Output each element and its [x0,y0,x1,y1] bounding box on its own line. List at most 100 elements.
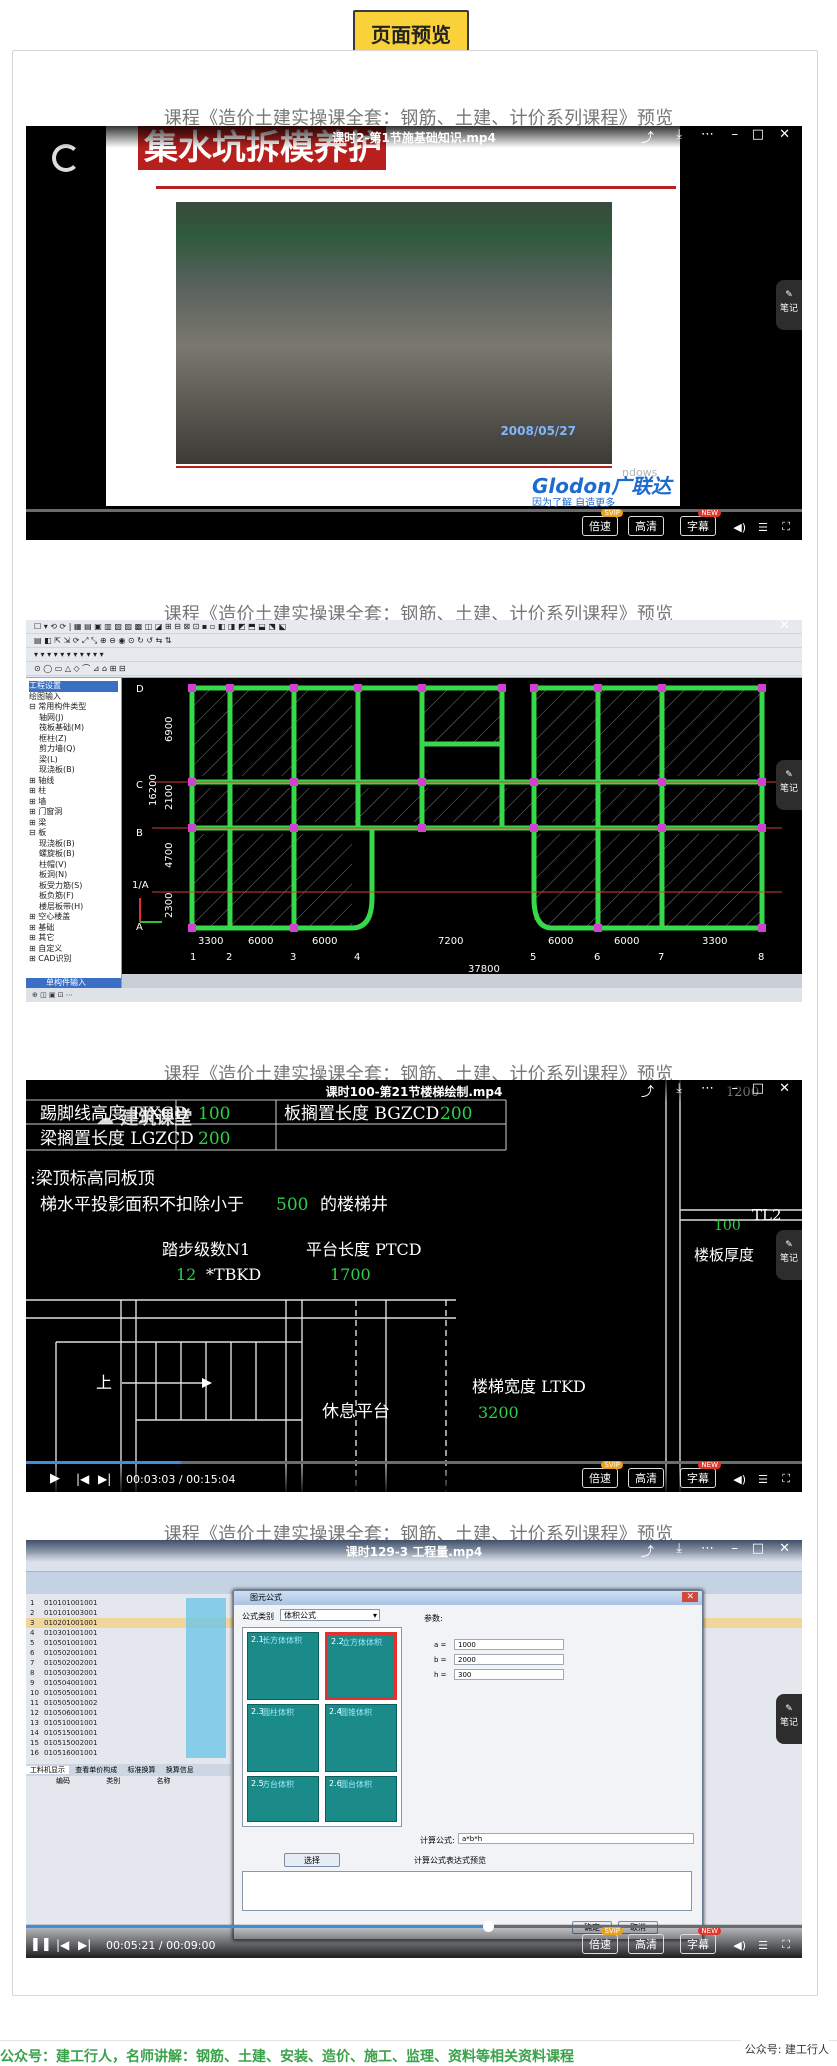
more-icon[interactable]: ⋯ [701,127,714,142]
subtitle-button[interactable]: 字幕 NEW [680,509,721,536]
playlist-icon[interactable]: ☰ [758,1939,768,1952]
select-button[interactable]: 选择 [284,1853,340,1867]
tab-standard-conv[interactable]: 标准换算 [123,1766,159,1774]
video-player-1[interactable]: 集水坑拆模养护 2008/05/27 Glodon广联达 因为了解 自造更多 n… [26,126,802,540]
fullscreen-icon[interactable]: ⛶ [782,1938,790,1952]
progress-bar[interactable] [26,509,802,512]
tree-item[interactable]: 楼层板带(H) [29,902,118,913]
tree-tab-draw[interactable]: 绘图输入 [29,692,118,703]
param-b-input[interactable]: 2000 [454,1654,564,1665]
note-button[interactable]: ✎ 笔记 [776,1230,802,1280]
thumb-2-6[interactable]: 2.6 圆台体积 [325,1776,397,1822]
dialog-close-icon[interactable]: ✕ [682,1592,698,1602]
download-icon[interactable]: ⤓ [676,1081,682,1096]
subtitle-button[interactable]: 字幕 NEW [680,1927,721,1954]
tree-bottom-tab[interactable]: 单构件输入 [26,977,121,988]
param-h-input[interactable]: 300 [454,1669,564,1680]
progress-bar[interactable] [26,1461,802,1464]
calc-formula-input[interactable]: a*b*h [458,1833,694,1844]
fullscreen-icon[interactable]: ⛶ [782,520,790,534]
tree-item[interactable]: ⊞ CAD识别 [29,954,118,965]
param-a-input[interactable]: 1000 [454,1639,564,1650]
subtitle-button[interactable]: 字幕 NEW [680,1461,721,1488]
more-icon[interactable]: ⋯ [701,1541,714,1556]
fullscreen-icon[interactable]: ⛶ [782,1472,790,1486]
formula-type-select[interactable]: 体积公式 ▾ [280,1609,380,1621]
hd-button[interactable]: 高清 [628,516,664,536]
video-player-3[interactable]: 踢脚线高度 TJXGD 100 板搁置长度 BGZCD 200 梁搁置长度 LG… [26,1080,802,1492]
tree-item[interactable]: ⊞ 空心楼盖 [29,912,118,923]
tab-conv-info[interactable]: 换算信息 [162,1766,198,1774]
maximize-icon[interactable]: □ [752,1541,764,1556]
more-icon[interactable]: ⋯ [701,1081,714,1096]
minimize-icon[interactable]: – [732,127,739,142]
tree-item[interactable]: ⊞ 门窗洞 [29,807,118,818]
share-icon[interactable]: ⤴ [641,1541,654,1560]
tree-item[interactable]: ⊞ 其它 [29,933,118,944]
thumb-2-2[interactable]: 2.2 立方体体积 [325,1632,397,1700]
tab-price-build[interactable]: 查看单价构成 [71,1766,121,1774]
note-button[interactable]: ✎ 笔记 [776,1694,802,1744]
prev-icon[interactable]: |◀ [76,1472,89,1486]
tree-item[interactable]: 板受力筋(S) [29,881,118,892]
minimize-icon[interactable]: – [732,1541,739,1556]
close-icon[interactable]: ✕ [779,620,790,633]
download-icon[interactable]: ⤓ [676,127,682,142]
speed-button[interactable]: 倍速 SVIP [582,509,623,536]
tree-item[interactable]: ⊟ 板 [29,828,118,839]
tree-item[interactable]: 板负筋(F) [29,891,118,902]
note-button[interactable]: ✎ 笔记 [776,280,802,330]
tree-item[interactable]: ⊞ 墙 [29,797,118,808]
tree-item[interactable]: 柱帽(V) [29,860,118,871]
tree-item[interactable]: ⊞ 轴线 [29,776,118,787]
tree-item[interactable]: 现浇板(B) [29,839,118,850]
volume-icon[interactable]: ◀) [733,1473,746,1486]
maximize-icon[interactable]: □ [752,127,764,142]
volume-icon[interactable]: ◀) [733,521,746,534]
tree-tab-settings[interactable]: 工程设置 [29,681,118,692]
thumb-2-3[interactable]: 2.3 圆柱体积 [247,1704,319,1772]
tree-item[interactable]: ⊟ 常用构件类型 [29,702,118,713]
close-icon[interactable]: ✕ [779,127,790,142]
close-icon[interactable]: ✕ [779,1081,790,1096]
minimize-icon[interactable]: – [732,1081,739,1096]
tree-item[interactable]: 板洞(N) [29,870,118,881]
thumb-2-5[interactable]: 2.5 方台体积 [247,1776,319,1822]
maximize-icon[interactable]: □ [752,1081,764,1096]
tree-item[interactable]: ⊞ 基础 [29,923,118,934]
playlist-icon[interactable]: ☰ [758,521,768,534]
tree-item[interactable]: 剪力墙(Q) [29,744,118,755]
tree-item[interactable]: 轴网(J) [29,713,118,724]
tree-item[interactable]: ⊞ 自定义 [29,944,118,955]
tree-item[interactable]: 筏板基础(M) [29,723,118,734]
prev-icon[interactable]: |◀ [56,1938,69,1952]
speed-button[interactable]: 倍速 SVIP [582,1927,623,1954]
thumb-2-4[interactable]: 2.4 圆锥体积 [325,1704,397,1772]
tab-resources[interactable]: 工料机显示 [26,1766,69,1774]
video-player-2[interactable]: ☐ ▾ ⟲ ⟳ | ▦ ▤ ▣ ▥ ▧ ▨ ▩ ◫ ◪ ⊞ ⊟ ⊠ ⊡ ▪ ▫ … [26,620,802,1002]
tree-item[interactable]: ⊞ 柱 [29,786,118,797]
volume-icon[interactable]: ◀) [733,1939,746,1952]
play-icon[interactable]: ▶ [50,1471,60,1486]
progress-knob[interactable] [482,1921,494,1932]
share-icon[interactable]: ⤴ [641,1081,654,1100]
speed-button[interactable]: 倍速 SVIP [582,1461,623,1488]
thumb-2-1[interactable]: 2.1 长方体体积 [247,1632,319,1700]
video-player-4[interactable]: 1 010101001001 2 010101003001 3 01020100100… [26,1540,802,1958]
tree-item[interactable]: 现浇板(B) [29,765,118,776]
pause-icon[interactable]: ❚❚ [30,1937,52,1952]
tree-item[interactable]: 梁(L) [29,755,118,766]
tree-item[interactable]: 框柱(Z) [29,734,118,745]
close-icon[interactable]: ✕ [779,1541,790,1556]
hd-button[interactable]: 高清 [628,1468,664,1488]
download-icon[interactable]: ⤓ [676,1541,682,1556]
next-icon[interactable]: ▶| [78,1938,91,1952]
progress-bar[interactable] [26,1921,802,1932]
tree-item[interactable]: 螺旋板(B) [29,849,118,860]
share-icon[interactable]: ⤴ [641,127,654,146]
next-icon[interactable]: ▶| [98,1472,111,1486]
hd-button[interactable]: 高清 [628,1934,664,1954]
note-button[interactable]: ✎ 笔记 [776,760,802,810]
playlist-icon[interactable]: ☰ [758,1473,768,1486]
cad-canvas[interactable]: D C B 1/A A 6900 2100 4700 2300 16200 33… [122,678,802,974]
